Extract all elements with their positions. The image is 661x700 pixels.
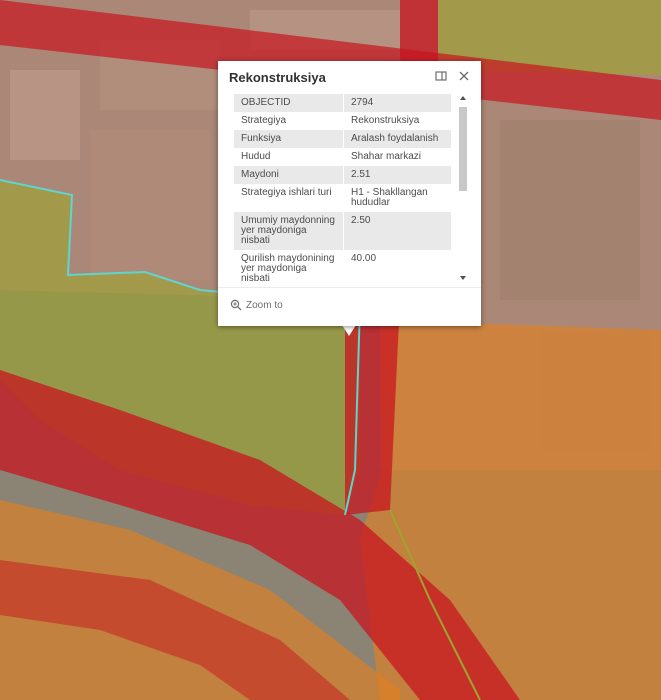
popup-header: Rekonstruksiya xyxy=(218,61,481,93)
popup-content[interactable]: OBJECTID 2794 Strategiya Rekonstruksiya Funk… xyxy=(234,94,470,284)
popup-scrollbar[interactable] xyxy=(457,94,469,284)
attribute-row: OBJECTID 2794 xyxy=(234,94,451,112)
attribute-value: Shahar markazi xyxy=(343,148,451,166)
attribute-value: H1 - Shakllangan hududlar xyxy=(343,184,451,212)
attribute-key: Hudud xyxy=(234,148,344,166)
attribute-key: Strategiya ishlari turi xyxy=(234,184,344,212)
popup-pointer xyxy=(342,325,356,336)
attribute-row: Strategiya ishlari turi H1 - Shakllangan … xyxy=(234,184,451,212)
scroll-down-icon[interactable] xyxy=(460,276,466,280)
attribute-row: Maydoni 2.51 xyxy=(234,166,451,184)
attribute-value: 2.51 xyxy=(343,166,451,184)
zoom-to-icon xyxy=(230,299,242,311)
dock-icon[interactable] xyxy=(434,69,448,83)
attribute-value: 2.50 xyxy=(343,212,451,250)
attribute-value: Aralash foydalanish xyxy=(343,130,451,148)
attribute-value: 40.00 xyxy=(343,250,451,284)
attribute-key: Strategiya xyxy=(234,112,344,130)
attribute-key: OBJECTID xyxy=(234,94,344,112)
attribute-key: Maydoni xyxy=(234,166,344,184)
zoom-to-button[interactable]: Zoom to xyxy=(230,299,283,311)
scroll-thumb[interactable] xyxy=(459,107,467,191)
attribute-table: OBJECTID 2794 Strategiya Rekonstruksiya Funk… xyxy=(234,94,451,284)
red-road-left-edge xyxy=(400,0,438,70)
zoom-to-label: Zoom to xyxy=(246,299,283,311)
attribute-key: Umumiy maydonning yer maydoniga nisbati xyxy=(234,212,344,250)
attribute-row: Hudud Shahar markazi xyxy=(234,148,451,166)
close-icon[interactable] xyxy=(457,69,471,83)
attribute-row: Strategiya Rekonstruksiya xyxy=(234,112,451,130)
attribute-row: Qurilish maydonining yer maydoniga nisba… xyxy=(234,250,451,284)
attribute-value: Rekonstruksiya xyxy=(343,112,451,130)
popup-footer: Zoom to xyxy=(218,287,481,326)
attribute-row: Umumiy maydonning yer maydoniga nisbati 2… xyxy=(234,212,451,250)
attribute-key: Funksiya xyxy=(234,130,344,148)
attribute-key: Qurilish maydonining yer maydoniga nisba… xyxy=(234,250,344,284)
feature-popup: Rekonstruksiya OBJECTID 2794 Strategiya Rek… xyxy=(218,61,481,326)
attribute-row: Funksiya Aralash foydalanish xyxy=(234,130,451,148)
attribute-value: 2794 xyxy=(343,94,451,112)
scroll-up-icon[interactable] xyxy=(460,96,466,100)
popup-title: Rekonstruksiya xyxy=(229,70,326,85)
